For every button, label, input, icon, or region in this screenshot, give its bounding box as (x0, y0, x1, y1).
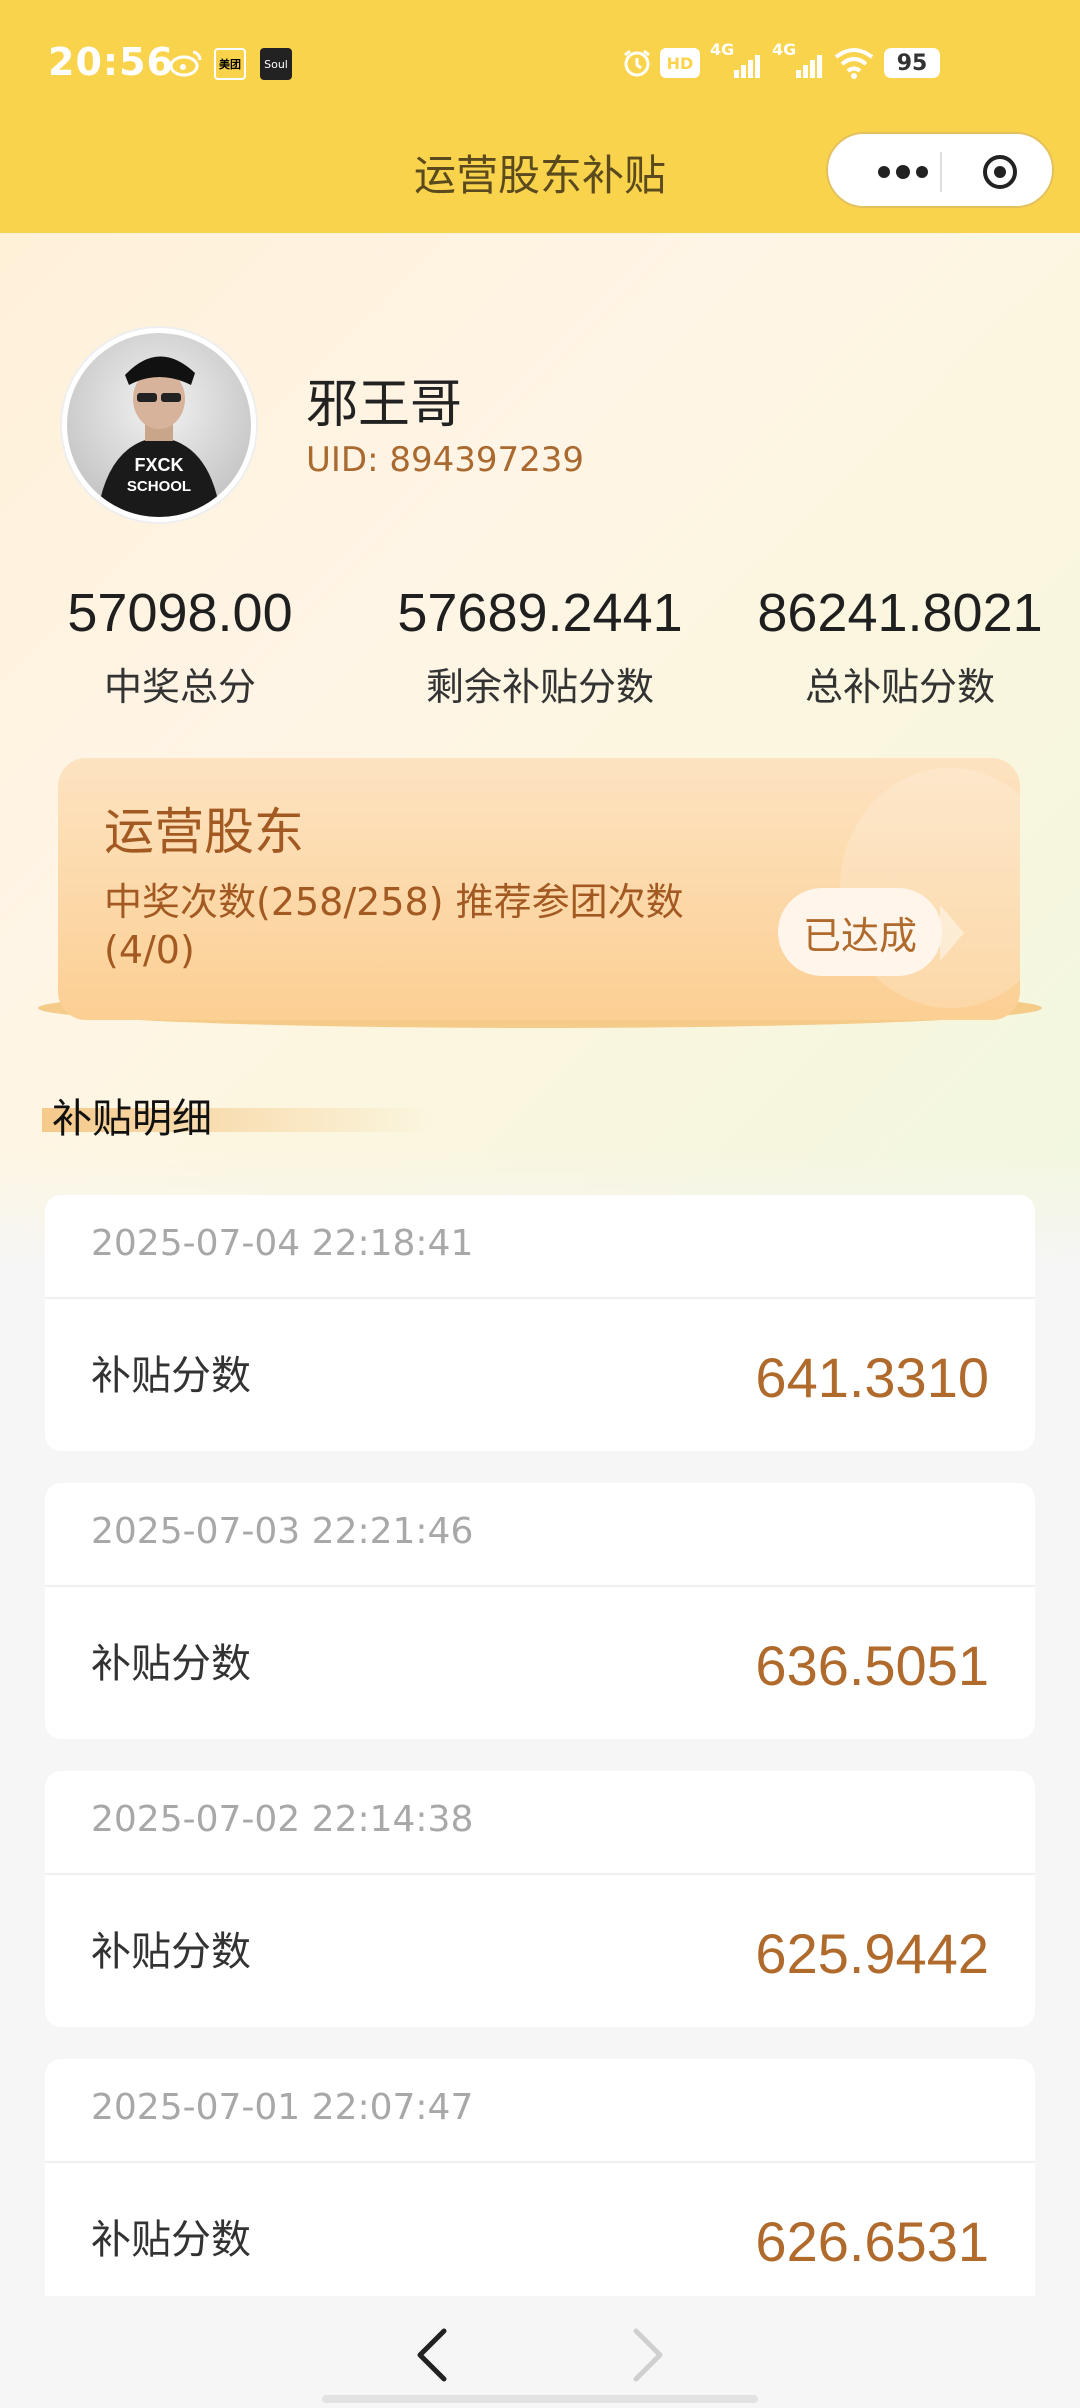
record-label: 补贴分数 (91, 2217, 251, 2263)
record-label: 补贴分数 (91, 1641, 251, 1687)
home-indicator[interactable] (322, 2395, 758, 2403)
list-item: 2025-07-01 22:07:47 补贴分数 626.6531 (45, 2059, 1035, 2315)
status-bar: 20:56 美团 Soul HD 4G 4G 95 (0, 0, 1080, 120)
svg-text:SCHOOL: SCHOOL (127, 478, 191, 495)
wifi-icon (834, 46, 874, 80)
record-value: 626.6531 (755, 2210, 989, 2273)
stat-value: 86241.8021 (757, 583, 1043, 643)
soul-app-icon: Soul (260, 48, 292, 80)
more-dot-icon (896, 165, 910, 179)
more-button[interactable] (868, 154, 938, 190)
stat-label: 中奖总分 (103, 665, 256, 709)
record-date: 2025-07-04 22:18:41 (91, 1223, 474, 1264)
close-miniprogram-button[interactable] (980, 152, 1020, 192)
record-label: 补贴分数 (91, 1353, 251, 1399)
stat-label: 总补贴分数 (804, 665, 995, 709)
section-title: 补贴明细 (52, 1096, 212, 1142)
stat-total-subsidy: 86241.8021 总补贴分数 (720, 582, 1080, 711)
battery-icon: 95 (884, 48, 940, 78)
back-button[interactable] (406, 2325, 466, 2385)
stat-total-winning: 57098.00 中奖总分 (0, 582, 360, 711)
hd-voice-icon: HD (660, 48, 700, 78)
signal-icon-2: 4G (772, 40, 826, 80)
divider (45, 2161, 1035, 2163)
record-value: 636.5051 (755, 1634, 989, 1697)
stat-value: 57098.00 (67, 583, 293, 643)
status-time: 20:56 (48, 40, 174, 84)
more-dot-icon (916, 166, 928, 178)
alarm-icon (620, 46, 654, 80)
record-date: 2025-07-03 22:21:46 (91, 1511, 474, 1552)
target-icon (983, 155, 1017, 189)
meituan-app-icon: 美团 (214, 48, 246, 80)
divider (45, 1873, 1035, 1875)
rank-description: 中奖次数(258/258) 推荐参团次数(4/0) (104, 880, 684, 972)
svg-text:FXCK: FXCK (135, 455, 184, 475)
record-date: 2025-07-01 22:07:47 (91, 2087, 474, 2128)
stat-label: 剩余补贴分数 (425, 665, 654, 709)
record-label: 补贴分数 (91, 1929, 251, 1975)
capsule-divider (940, 152, 942, 192)
achieved-badge: 已达成 (778, 888, 942, 976)
chevron-left-icon (417, 2328, 447, 2382)
list-item: 2025-07-03 22:21:46 补贴分数 636.5051 (45, 1483, 1035, 1739)
user-name: 邪王哥 (306, 375, 463, 435)
signal-icon-1: 4G (710, 40, 764, 80)
stat-value: 57689.2441 (397, 583, 683, 643)
record-date: 2025-07-02 22:14:38 (91, 1799, 474, 1840)
list-item: 2025-07-04 22:18:41 补贴分数 641.3310 (45, 1195, 1035, 1451)
record-value: 625.9442 (755, 1922, 989, 1985)
divider (45, 1585, 1035, 1587)
bottom-nav-bar (0, 2296, 1080, 2408)
chevron-right-icon (633, 2328, 663, 2382)
divider (45, 1297, 1035, 1299)
forward-button[interactable] (614, 2325, 674, 2385)
user-uid: UID: 894397239 (306, 440, 585, 480)
avatar[interactable]: FXCK SCHOOL (62, 328, 256, 522)
rank-title: 运营股东 (104, 803, 304, 861)
record-value: 641.3310 (755, 1346, 989, 1409)
avatar-image: FXCK SCHOOL (67, 333, 251, 517)
badge-arrow-icon (940, 905, 964, 961)
list-item: 2025-07-02 22:14:38 补贴分数 625.9442 (45, 1771, 1035, 2027)
stat-remaining-subsidy: 57689.2441 剩余补贴分数 (360, 582, 720, 711)
weibo-icon (168, 46, 204, 80)
more-dot-icon (878, 166, 890, 178)
miniprogram-capsule (826, 132, 1054, 208)
